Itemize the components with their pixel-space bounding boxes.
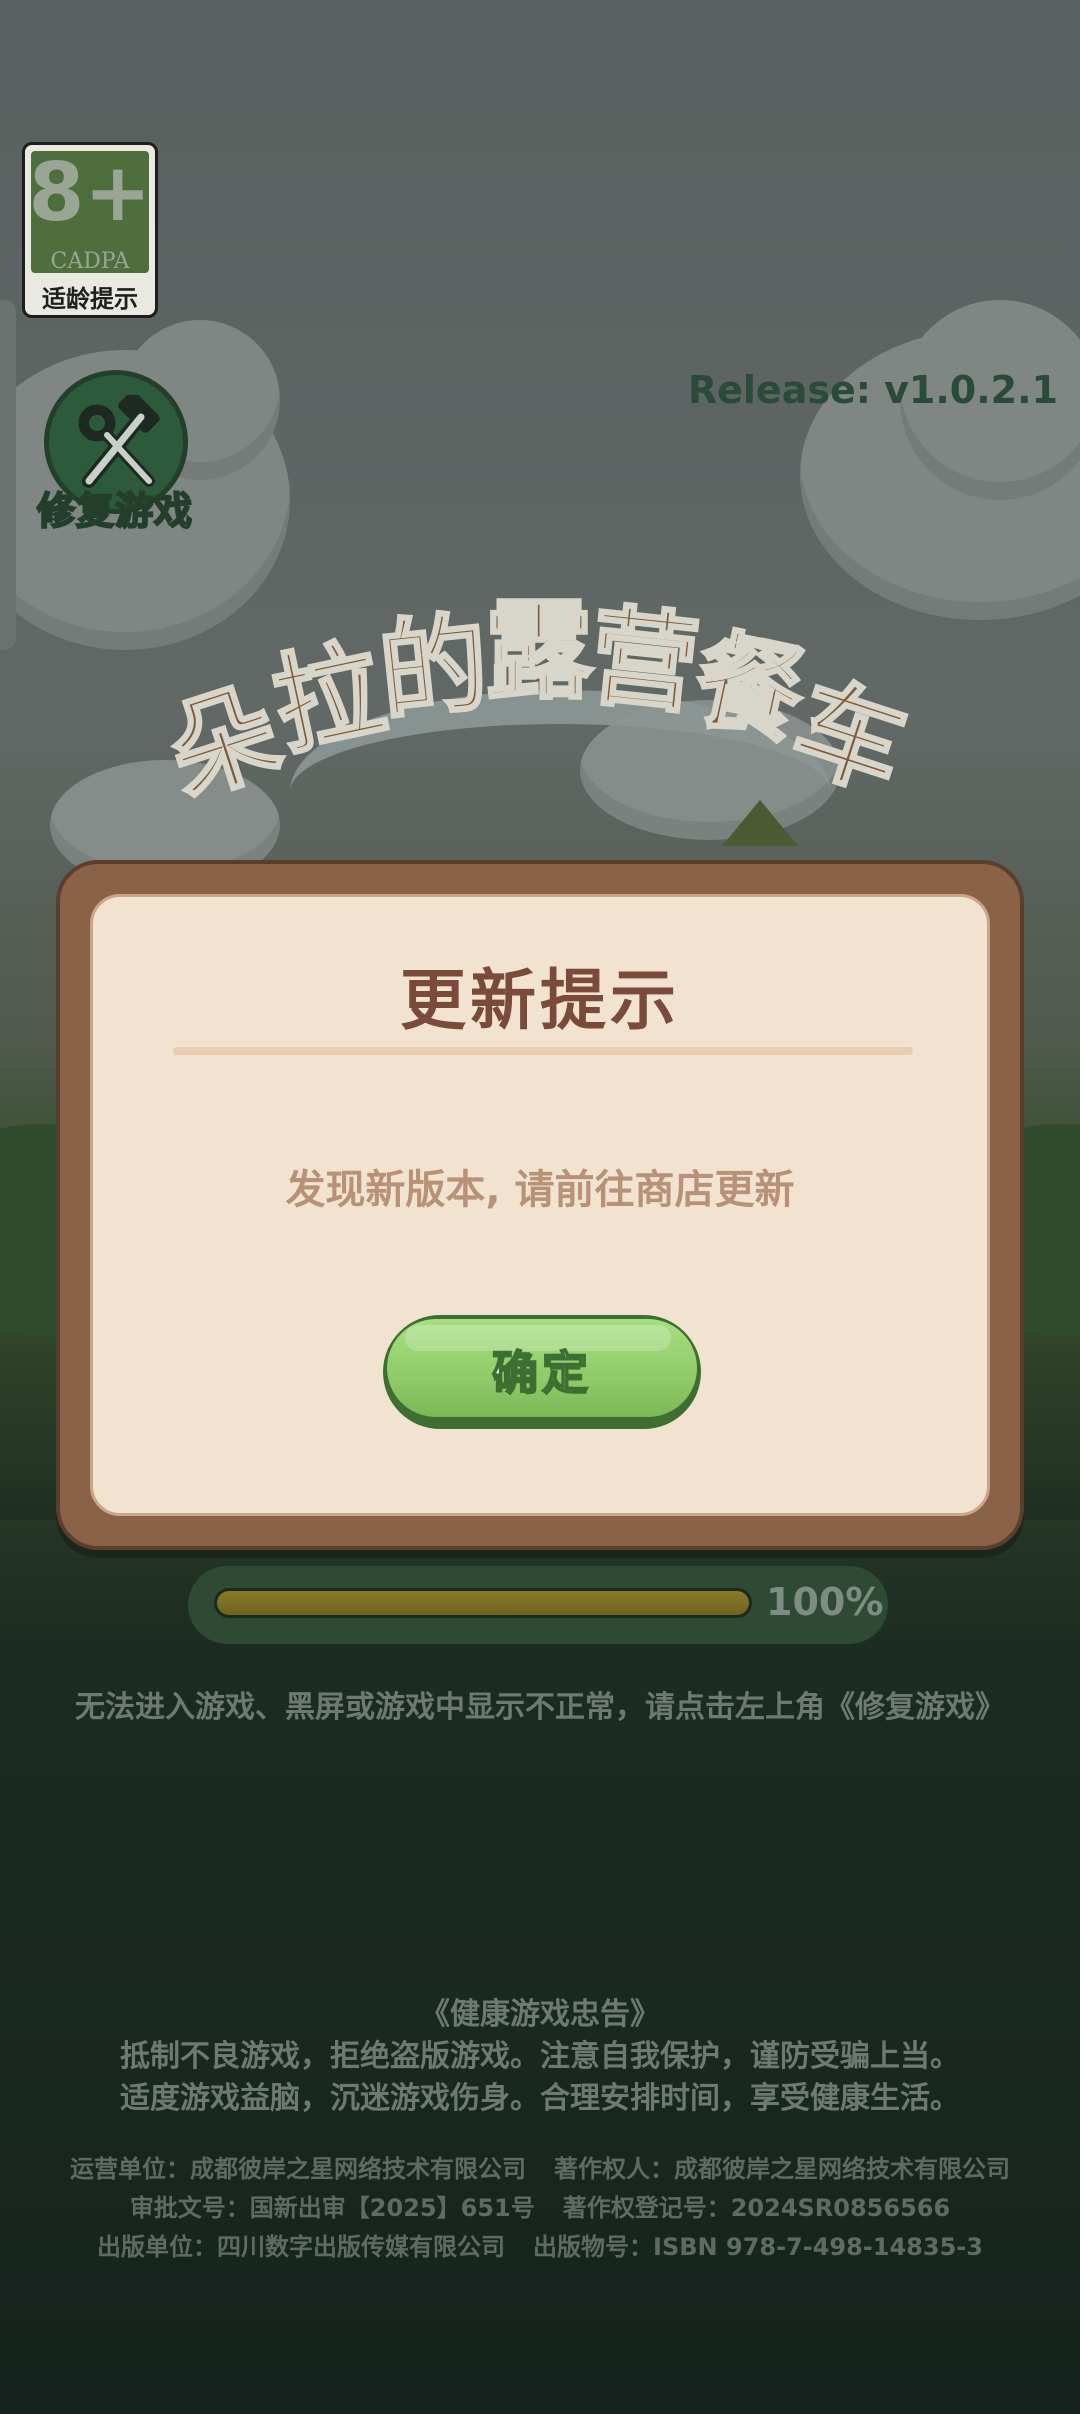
game-screen: 8+ CADPA 适龄提示 修复游戏 Release: v1.0.2.1 朵 拉… (0, 0, 1080, 2414)
advisory-line: 适度游戏益脑，沉迷游戏伤身。合理安排时间，享受健康生活。 (120, 2081, 960, 2116)
game-title-char: 营 (582, 592, 705, 731)
footer-row: 审批文号：国新出审【2025】651号 著作权登记号：2024SR0856566 (0, 2189, 1080, 2228)
release-version: Release: v1.0.2.1 (687, 368, 1058, 412)
footer-row: 出版单位：四川数字出版传媒有限公司 出版物号：ISBN 978-7-498-148… (0, 2228, 1080, 2267)
progress-percent: 100% (766, 1580, 884, 1624)
update-dialog: 更新提示 发现新版本, 请前往商店更新 确定 (56, 860, 1024, 1550)
loading-progress: 100% (188, 1566, 888, 1644)
dialog-divider (173, 1047, 913, 1055)
publication-number-text: 出版物号：ISBN 978-7-498-14835-3 (533, 2233, 983, 2261)
repair-game-button[interactable]: 修复游戏 (32, 370, 198, 540)
age-rating-hint: 适龄提示 (42, 285, 138, 313)
repair-game-label: 修复游戏 (36, 488, 193, 534)
copyright-registration-text: 著作权登记号：2024SR0856566 (562, 2194, 951, 2222)
dialog-title: 更新提示 (400, 962, 680, 1039)
side-drawer-handle[interactable] (0, 300, 16, 650)
progress-track (214, 1588, 752, 1618)
health-advisory: 《健康游戏忠告》 抵制不良游戏，拒绝盗版游戏。注意自我保护，谨防受骗上当。 适度… (0, 1994, 1080, 2120)
copyright-owner-text: 著作权人：成都彼岸之星网络技术有限公司 (554, 2155, 1010, 2183)
confirm-button-label: 确定 (491, 1345, 592, 1401)
age-rating-org: CADPA (50, 249, 130, 274)
publisher-text: 出版单位：四川数字出版传媒有限公司 (97, 2233, 506, 2261)
game-title-char: 露 (483, 589, 594, 714)
confirm-button[interactable]: 确定 (383, 1315, 701, 1429)
game-title-char: 朵 (152, 666, 296, 821)
game-title-char: 的 (372, 599, 495, 738)
advisory-title: 《健康游戏忠告》 (420, 1997, 660, 2032)
game-title-logo: 朵 拉 的 露 营 餐 车 (150, 589, 930, 821)
operator-text: 运营单位：成都彼岸之星网络技术有限公司 (70, 2155, 526, 2183)
publishing-info: 运营单位：成都彼岸之星网络技术有限公司 著作权人：成都彼岸之星网络技术有限公司 审… (0, 2150, 1080, 2267)
advisory-line: 抵制不良游戏，拒绝盗版游戏。注意自我保护，谨防受骗上当。 (120, 2039, 960, 2074)
footer-row: 运营单位：成都彼岸之星网络技术有限公司 著作权人：成都彼岸之星网络技术有限公司 (0, 2150, 1080, 2189)
age-rating-number: 8+ (28, 146, 152, 239)
repair-notice-text: 无法进入游戏、黑屏或游戏中显示不正常，请点击左上角《修复游戏》 (75, 1690, 1005, 1725)
update-dialog-panel: 更新提示 发现新版本, 请前往商店更新 确定 (90, 894, 990, 1516)
dialog-message: 发现新版本, 请前往商店更新 (285, 1167, 795, 1213)
age-rating-badge[interactable]: 8+ CADPA 适龄提示 (22, 142, 158, 318)
approval-number-text: 审批文号：国新出审【2025】651号 (129, 2194, 535, 2222)
game-title-char: 拉 (262, 625, 397, 773)
progress-fill (217, 1591, 749, 1615)
